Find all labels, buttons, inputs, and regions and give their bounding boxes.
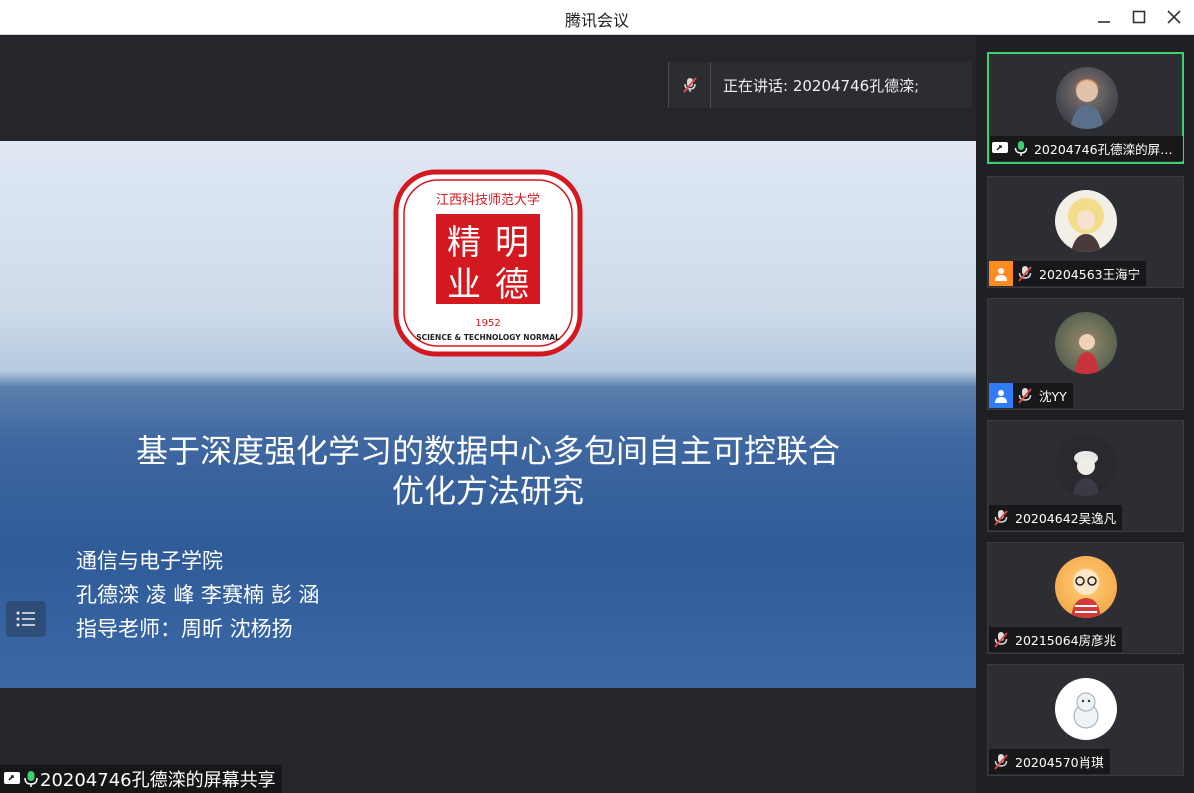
participant-name-tag: 沈YY [989,383,1073,408]
participant-name: 20204570肖琪 [1015,755,1104,770]
participant-sidebar: 20204746孔德滦的屏幕共享 20204563王海宁 [976,36,1194,793]
svg-text:明: 明 [495,223,529,263]
screen-share-icon [4,772,20,784]
window-title: 腾讯会议 [564,11,629,30]
shared-screen-stage: 正在讲话: 20204746孔德滦; 江西科技师范大学 精 明 业 德 1952… [0,36,976,793]
mic-muted-icon [989,627,1013,652]
slide-college: 通信与电子学院 [76,549,223,573]
speaking-indicator: 正在讲话: 20204746孔德滦; [668,62,972,108]
participant-name: 20204746孔德滦的屏幕共享 [1033,142,1177,157]
avatar [1055,312,1117,374]
participant-name: 沈YY [1039,389,1067,404]
participant-name: 20215064房彦兆 [1015,633,1117,648]
participant-tile[interactable]: 沈YY [987,298,1184,410]
slide-advisors: 指导老师：周昕 沈杨扬 [76,617,293,641]
avatar [1055,434,1117,496]
slide-menu-button[interactable] [6,601,46,637]
screen-share-text: 20204746孔德滦的屏幕共享 [40,770,276,791]
avatar [1056,67,1118,129]
svg-text:江西科技师范大学: 江西科技师范大学 [436,192,540,208]
mic-muted-icon [989,505,1013,530]
screen-share-icon [990,136,1011,161]
university-seal-logo: 江西科技师范大学 精 明 业 德 1952 SCIENCE & TECHNOLO… [393,169,583,357]
mic-on-icon [1011,136,1032,161]
participant-tile[interactable]: 20204642吴逸凡 [987,420,1184,532]
maximize-icon [1132,10,1146,24]
participant-name-tag: 20215064房彦兆 [989,627,1123,652]
participant-name: 20204563王海宁 [1039,267,1141,282]
slide-authors: 孔德滦 凌 峰 李赛楠 彭 涵 [76,583,320,607]
participant-tile[interactable]: 20204746孔德滦的屏幕共享 [987,52,1184,164]
participant-tile[interactable]: 20204570肖琪 [987,664,1184,776]
participant-name-tag: 20204642吴逸凡 [989,505,1123,530]
svg-text:精: 精 [447,223,481,263]
slide-title-line1: 基于深度强化学习的数据中心多包间自主可控联合 [135,432,840,470]
avatar [1055,556,1117,618]
mic-muted-icon [1013,383,1037,408]
window-titlebar: 腾讯会议 [0,0,1194,35]
participant-tile[interactable]: 20215064房彦兆 [987,542,1184,654]
participant-name-tag: 20204746孔德滦的屏幕共享 [990,136,1183,161]
maximize-button[interactable] [1125,4,1153,30]
participant-name-tag: 20204570肖琪 [989,749,1110,774]
slide-title-line2: 优化方法研究 [391,472,584,510]
mic-muted-icon [669,62,711,108]
participant-name: 20204642吴逸凡 [1015,511,1117,526]
mic-muted-icon [1013,261,1037,286]
slide-title: 基于深度强化学习的数据中心多包间自主可控联合 优化方法研究 [40,431,936,511]
user-icon [989,383,1013,408]
slide-info: 通信与电子学院 孔德滦 凌 峰 李赛楠 彭 涵 指导老师：周昕 沈杨扬 [76,544,319,646]
list-icon [16,611,35,627]
svg-text:德: 德 [495,265,529,305]
avatar [1055,190,1117,252]
speaking-label: 正在讲话: 20204746孔德滦; [723,76,920,95]
avatar [1055,678,1117,740]
participant-tile[interactable]: 20204563王海宁 [987,176,1184,288]
svg-text:SCIENCE & TECHNOLOGY NORMAL: SCIENCE & TECHNOLOGY NORMAL [416,333,560,342]
minimize-button[interactable] [1090,4,1118,30]
mic-on-icon [24,771,38,787]
user-icon [989,261,1013,286]
screen-share-label: 20204746孔德滦的屏幕共享 [0,765,282,793]
participant-name-tag: 20204563王海宁 [989,261,1147,286]
svg-text:业: 业 [447,265,481,305]
svg-text:1952: 1952 [475,318,500,329]
mic-muted-icon [989,749,1013,774]
presentation-slide: 江西科技师范大学 精 明 业 德 1952 SCIENCE & TECHNOLO… [0,141,976,688]
close-button[interactable] [1160,4,1188,30]
close-icon [1167,10,1181,24]
minimize-icon [1098,21,1110,23]
